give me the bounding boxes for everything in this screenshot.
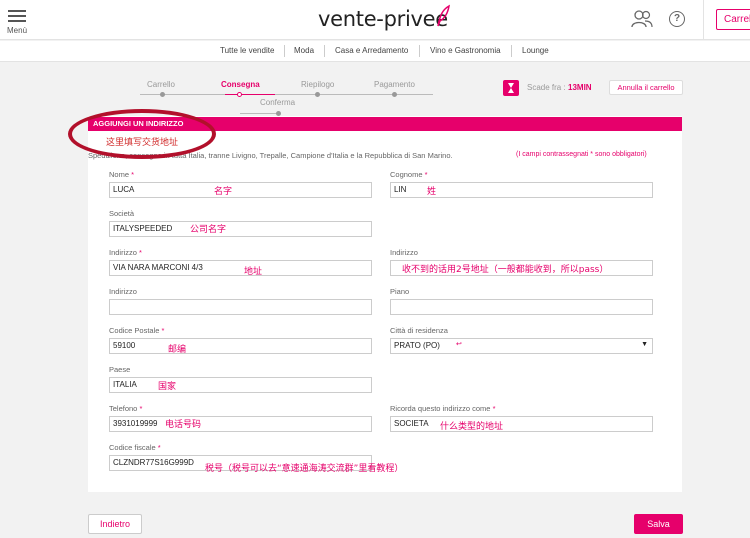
- societa-label: Società: [109, 209, 135, 218]
- piano-input[interactable]: [390, 299, 653, 315]
- help-icon[interactable]: ?: [669, 11, 685, 27]
- category-nav: Tutte le vendite Moda Casa e Arredamento…: [0, 41, 750, 62]
- cap-input[interactable]: 59100: [109, 338, 372, 354]
- paese-label: Paese: [109, 365, 131, 374]
- save-button[interactable]: Salva: [634, 514, 683, 534]
- nav-item-moda[interactable]: Moda: [294, 46, 314, 55]
- step-line: [275, 94, 433, 95]
- step-dot: [392, 92, 397, 97]
- hamburger-icon[interactable]: [8, 10, 26, 25]
- step-line-active: [225, 94, 275, 95]
- nav-item-vino[interactable]: Vino e Gastronomia: [430, 46, 501, 55]
- citta-select[interactable]: PRATO (PO) ▼: [390, 338, 653, 354]
- hourglass-icon: [503, 80, 519, 96]
- timer-label: Scade fra :: [527, 83, 566, 92]
- codice-fiscale-label: Codice fiscale *: [109, 443, 161, 452]
- step-dot: [160, 92, 165, 97]
- piano-label: Piano: [390, 287, 410, 296]
- annotation-country: 国家: [158, 382, 177, 392]
- annotation-remember: 什么类型的地址: [440, 422, 504, 432]
- indirizzo-label: Indirizzo *: [109, 248, 142, 257]
- annotation-fill-here: 这里填写交货地址: [104, 135, 181, 148]
- nome-input[interactable]: LUCA: [109, 182, 372, 198]
- annotation-address: 地址: [244, 267, 263, 277]
- step-carrello: Carrello: [147, 80, 176, 89]
- annotation-zip: 邮编: [168, 345, 187, 355]
- cart-button[interactable]: Carrell: [716, 9, 750, 30]
- top-header: Menù vente-privee ? Carrell: [0, 0, 750, 40]
- nome-label: Nome *: [109, 170, 135, 179]
- nav-divider: [419, 45, 420, 57]
- indirizzo3-input[interactable]: [109, 299, 372, 315]
- annotation-last-name: 姓: [427, 187, 437, 197]
- indirizzo2-label: Indirizzo: [390, 248, 418, 257]
- nav-item-casa[interactable]: Casa e Arredamento: [335, 46, 408, 55]
- annotation-phone: 电话号码: [165, 420, 202, 430]
- telefono-label: Telefono *: [109, 404, 143, 413]
- header-divider: [703, 0, 704, 40]
- step-dot: [315, 92, 320, 97]
- step-dot-current: [237, 92, 242, 97]
- nav-divider: [324, 45, 325, 57]
- dropdown-arrow-icon: ▼: [641, 341, 648, 348]
- step-riepilogo: Riepilogo: [301, 80, 335, 89]
- ricorda-input[interactable]: SOCIETA: [390, 416, 653, 432]
- step-line: [240, 113, 280, 114]
- step-consegna: Consegna: [221, 80, 260, 89]
- menu-label[interactable]: Menù: [7, 26, 27, 35]
- citta-value: PRATO (PO): [394, 341, 440, 350]
- nav-divider: [284, 45, 285, 57]
- logo[interactable]: vente-privee: [318, 7, 448, 31]
- annotation-ring: [68, 109, 216, 159]
- cognome-label: Cognome *: [390, 170, 428, 179]
- butterfly-logo-icon: [437, 4, 451, 27]
- indirizzo-input[interactable]: VIA NARA MARCONI 4/3: [109, 260, 372, 276]
- paese-input[interactable]: ITALIA: [109, 377, 372, 393]
- annotation-address2: 收不到的话用2号地址（一般都能收到，所以pass）: [402, 265, 609, 275]
- timer-value: 13MIN: [568, 83, 592, 92]
- annotation-city-mark: ↩: [456, 340, 462, 348]
- annotation-company: 公司名字: [190, 225, 227, 235]
- cancel-cart-button[interactable]: Annulla il carrello: [609, 80, 683, 95]
- citta-label: Città di residenza: [390, 326, 448, 335]
- back-button[interactable]: Indietro: [88, 514, 142, 534]
- ricorda-label: Ricorda questo indirizzo come *: [390, 404, 496, 413]
- societa-input[interactable]: ITALYSPEEDED: [109, 221, 372, 237]
- telefono-input[interactable]: 3931019999: [109, 416, 372, 432]
- step-pagamento: Pagamento: [374, 80, 415, 89]
- indirizzo3-label: Indirizzo: [109, 287, 137, 296]
- nav-item-tutte[interactable]: Tutte le vendite: [220, 46, 274, 55]
- nav-divider: [511, 45, 512, 57]
- account-icon[interactable]: [631, 10, 653, 28]
- nav-item-lounge[interactable]: Lounge: [522, 46, 549, 55]
- cap-label: Codice Postale *: [109, 326, 165, 335]
- annotation-first-name: 名字: [214, 187, 233, 197]
- required-note: (I campi contrassegnati * sono obbligato…: [516, 151, 647, 158]
- step-conferma: Conferma: [260, 98, 296, 107]
- annotation-tax: 税号（税号可以去“意速通海涛交流群”里看教程）: [205, 464, 404, 474]
